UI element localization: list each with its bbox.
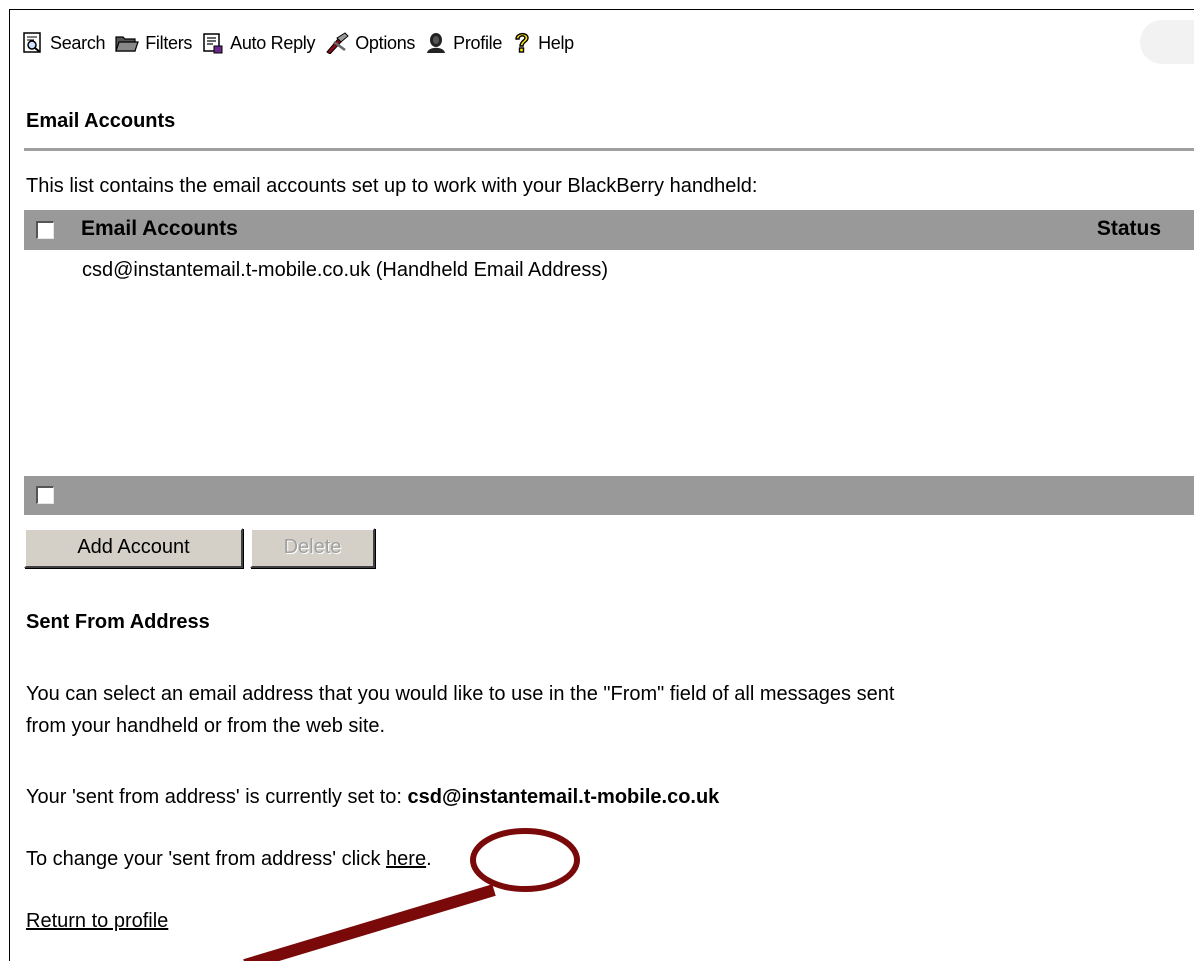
toolbar-auto-reply-label: Auto Reply <box>230 32 316 53</box>
email-accounts-intro: This list contains the email accounts se… <box>26 175 758 197</box>
select-all-checkbox-footer[interactable] <box>36 486 54 504</box>
toolbar-search-label: Search <box>50 32 106 53</box>
folder-icon <box>115 36 140 52</box>
search-document-icon <box>23 32 41 53</box>
return-to-profile-container: Return to profile <box>26 905 168 937</box>
sent-from-description-line2: from your handheld or from the web site. <box>26 715 386 737</box>
toolbar: Search Filters Auto Reply Options Profil… <box>22 26 584 60</box>
accounts-table-header: Email Accounts Status <box>24 210 1194 250</box>
corner-decoration <box>1140 20 1194 64</box>
toolbar-options-label: Options <box>355 32 416 53</box>
profile-icon <box>427 33 446 53</box>
toolbar-filters[interactable]: Filters <box>115 33 192 54</box>
toolbar-auto-reply[interactable]: Auto Reply <box>202 32 316 54</box>
accounts-table-footer <box>24 476 1194 515</box>
email-accounts-heading: Email Accounts <box>26 110 176 132</box>
toolbar-help-label: Help <box>538 32 574 53</box>
current-sent-from: Your 'sent from address' is currently se… <box>26 781 719 813</box>
table-row[interactable]: csd@instantemail.t-mobile.co.uk (Handhel… <box>82 255 608 285</box>
toolbar-profile-label: Profile <box>453 32 503 53</box>
change-here-link[interactable]: here <box>386 848 426 870</box>
section-divider <box>24 148 1194 151</box>
add-account-button[interactable]: Add Account <box>24 528 243 568</box>
delete-button: Delete <box>250 528 375 568</box>
help-icon <box>515 32 529 53</box>
toolbar-search[interactable]: Search <box>22 32 106 54</box>
column-header-email-accounts: Email Accounts <box>81 217 238 240</box>
change-sent-from-prefix: To change your 'sent from address' click <box>26 848 387 870</box>
return-to-profile-link[interactable]: Return to profile <box>26 910 168 932</box>
toolbar-help[interactable]: Help <box>512 31 574 55</box>
change-sent-from: To change your 'sent from address' click… <box>26 843 432 875</box>
options-icon <box>326 32 349 54</box>
sent-from-description-line1: You can select an email address that you… <box>26 683 895 705</box>
toolbar-profile[interactable]: Profile <box>425 32 502 54</box>
column-header-status: Status <box>1096 217 1161 240</box>
toolbar-options[interactable]: Options <box>325 32 415 54</box>
account-address: csd@instantemail.t-mobile.co.uk (Handhel… <box>82 259 609 281</box>
change-sent-from-suffix: . <box>426 848 432 870</box>
toolbar-filters-label: Filters <box>145 32 193 53</box>
current-sent-from-prefix: Your 'sent from address' is currently se… <box>26 786 408 808</box>
sent-from-heading: Sent From Address <box>26 611 210 633</box>
select-all-checkbox[interactable] <box>36 221 54 239</box>
auto-reply-icon <box>203 33 223 54</box>
current-sent-from-value: csd@instantemail.t-mobile.co.uk <box>407 786 720 808</box>
